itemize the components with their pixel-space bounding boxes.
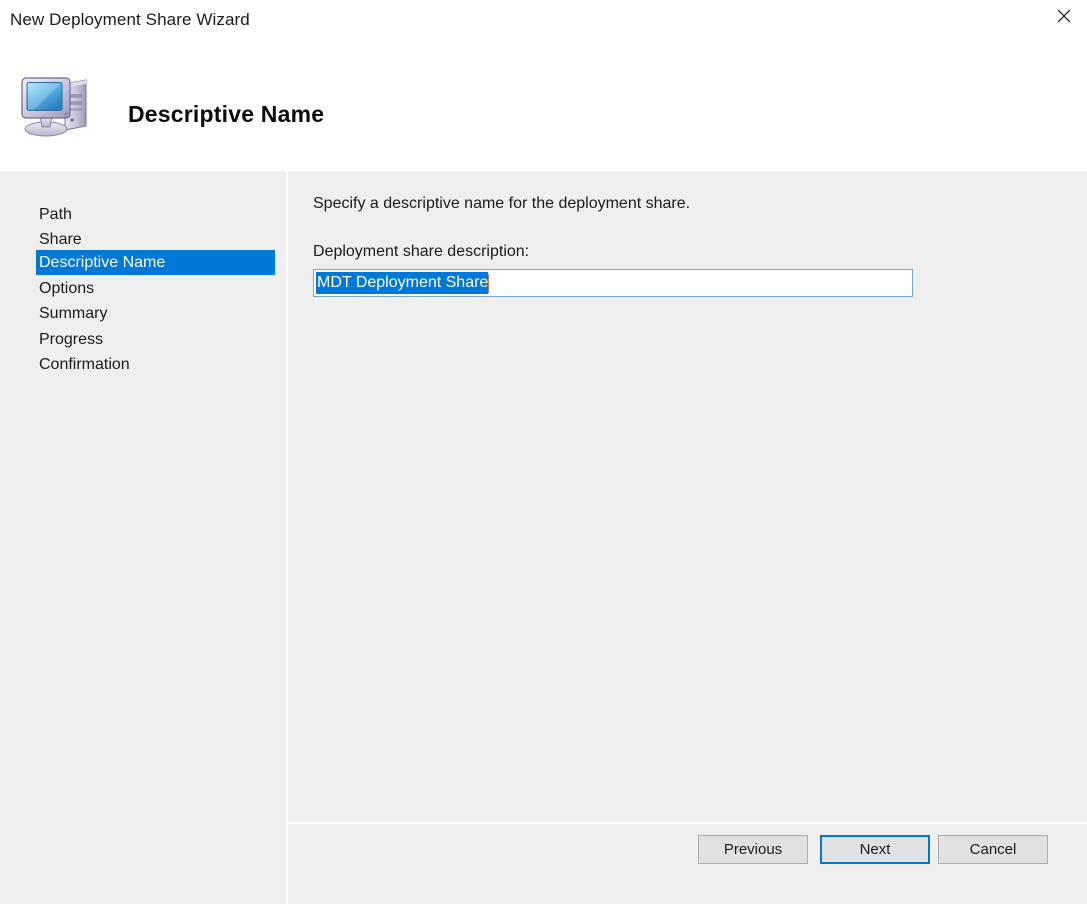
cancel-button[interactable]: Cancel [938,835,1048,864]
text-caret [488,274,489,293]
sidebar-item-options[interactable]: Options [36,276,275,301]
wizard-header: Descriptive Name [0,46,1087,171]
sidebar-item-progress[interactable]: Progress [36,327,275,352]
window-title: New Deployment Share Wizard [10,10,250,30]
step-list: Path Share Descriptive Name Options Summ… [0,171,286,904]
title-bar: New Deployment Share Wizard [0,0,1087,46]
next-button[interactable]: Next [820,835,930,864]
sidebar-item-summary[interactable]: Summary [36,301,275,326]
instruction-text: Specify a descriptive name for the deplo… [313,195,690,213]
previous-button[interactable]: Previous [698,835,808,864]
sidebar-item-descriptive-name[interactable]: Descriptive Name [36,250,275,275]
wizard-window: New Deployment Share Wizard [0,0,1087,904]
sidebar-item-share[interactable]: Share [36,227,275,252]
description-input[interactable]: MDT Deployment Share [313,269,913,297]
description-input-value: MDT Deployment Share [316,272,488,294]
close-icon[interactable] [1041,0,1087,32]
sidebar-item-path[interactable]: Path [36,202,275,227]
sidebar-item-confirmation[interactable]: Confirmation [36,352,275,377]
page-title: Descriptive Name [128,101,324,128]
content-panel: Specify a descriptive name for the deplo… [288,171,1087,822]
footer-panel: Previous Next Cancel [288,824,1087,904]
computer-monitor-tower-icon [18,70,96,142]
description-field-label: Deployment share description: [313,243,529,261]
wizard-body: Path Share Descriptive Name Options Summ… [0,171,1087,904]
